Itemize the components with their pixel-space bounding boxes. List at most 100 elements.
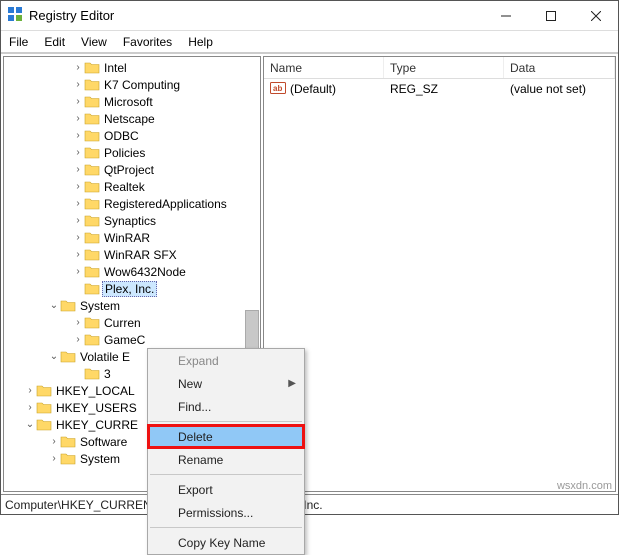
ctx-rename[interactable]: Rename [148, 448, 304, 471]
folder-icon [60, 434, 76, 450]
folder-icon [60, 349, 76, 365]
tree-label: Software [78, 435, 127, 449]
value-type: REG_SZ [384, 82, 504, 96]
minimize-button[interactable] [483, 1, 528, 30]
tree-item-selected[interactable]: ›Plex, Inc. [4, 280, 260, 297]
chevron-right-icon[interactable]: › [72, 232, 84, 243]
chevron-down-icon[interactable]: ⌄ [48, 300, 60, 311]
tree-item[interactable]: ⌄System [4, 297, 260, 314]
string-value-icon: ab [270, 80, 286, 99]
tree-label: Realtek [102, 180, 145, 194]
chevron-right-icon[interactable]: › [72, 181, 84, 192]
chevron-right-icon[interactable]: › [72, 113, 84, 124]
tree-label: Volatile E [78, 350, 130, 364]
tree-label: HKEY_USERS [54, 401, 137, 415]
tree-item[interactable]: › Intel [4, 59, 260, 76]
col-type[interactable]: Type [384, 57, 504, 78]
tree-label: Synaptics [102, 214, 156, 228]
menu-favorites[interactable]: Favorites [115, 33, 180, 51]
chevron-right-icon[interactable]: › [48, 453, 60, 464]
values-pane[interactable]: Name Type Data ab (Default) REG_SZ (valu… [263, 56, 616, 492]
tree-label: Plex, Inc. [102, 281, 157, 297]
chevron-right-icon[interactable]: › [72, 334, 84, 345]
chevron-right-icon[interactable]: › [24, 402, 36, 413]
folder-icon [84, 366, 100, 382]
chevron-right-icon[interactable]: › [72, 198, 84, 209]
tree-label: Policies [102, 146, 145, 160]
folder-icon [36, 400, 52, 416]
chevron-down-icon[interactable]: ⌄ [48, 351, 60, 362]
tree-label: WinRAR [102, 231, 150, 245]
tree-item[interactable]: › Curren [4, 314, 260, 331]
ctx-permissions[interactable]: Permissions... [148, 501, 304, 524]
tree-item[interactable]: › Netscape [4, 110, 260, 127]
chevron-right-icon[interactable]: › [72, 96, 84, 107]
list-row[interactable]: ab (Default) REG_SZ (value not set) [264, 79, 615, 99]
menu-file[interactable]: File [1, 33, 36, 51]
folder-icon [84, 230, 100, 246]
folder-icon [84, 145, 100, 161]
chevron-right-icon[interactable]: › [72, 317, 84, 328]
folder-icon [60, 298, 76, 314]
tree-label: Intel [102, 61, 127, 75]
chevron-right-icon[interactable]: › [72, 266, 84, 277]
menu-help[interactable]: Help [180, 33, 221, 51]
value-data: (value not set) [504, 82, 615, 96]
chevron-right-icon[interactable]: › [72, 79, 84, 90]
menu-view[interactable]: View [73, 33, 115, 51]
ctx-delete[interactable]: Delete [148, 425, 304, 448]
ctx-find[interactable]: Find... [148, 395, 304, 418]
ctx-copy-key-name[interactable]: Copy Key Name [148, 531, 304, 554]
tree-item[interactable]: ›ODBC [4, 127, 260, 144]
list-header: Name Type Data [264, 57, 615, 79]
tree-item[interactable]: ›K7 Computing [4, 76, 260, 93]
col-name[interactable]: Name [264, 57, 384, 78]
value-name: (Default) [290, 82, 336, 96]
folder-icon [36, 417, 52, 433]
ctx-separator [150, 474, 302, 475]
chevron-right-icon[interactable]: › [72, 130, 84, 141]
ctx-expand[interactable]: Expand [148, 349, 304, 372]
folder-icon [84, 179, 100, 195]
chevron-right-icon[interactable]: › [72, 249, 84, 260]
chevron-right-icon[interactable]: › [72, 147, 84, 158]
tree-item[interactable]: ›GameC [4, 331, 260, 348]
folder-icon [84, 264, 100, 280]
close-button[interactable] [573, 1, 618, 30]
app-icon [7, 6, 23, 25]
chevron-right-icon[interactable]: › [72, 62, 84, 73]
tree-item[interactable]: › WinRAR SFX [4, 246, 260, 263]
tree-item[interactable]: › WinRAR [4, 229, 260, 246]
ctx-export[interactable]: Export [148, 478, 304, 501]
menu-edit[interactable]: Edit [36, 33, 73, 51]
folder-icon [84, 128, 100, 144]
chevron-down-icon[interactable]: ⌄ [24, 419, 36, 430]
tree-item[interactable]: › Policies [4, 144, 260, 161]
tree-item[interactable]: ›RegisteredApplications [4, 195, 260, 212]
folder-icon [36, 383, 52, 399]
tree-label: HKEY_CURRE [54, 418, 138, 432]
chevron-right-icon[interactable]: › [72, 215, 84, 226]
ctx-separator [150, 421, 302, 422]
tree-item[interactable]: › QtProject [4, 161, 260, 178]
tree-item[interactable]: ›Microsoft [4, 93, 260, 110]
tree-label: Wow6432Node [102, 265, 186, 279]
chevron-right-icon[interactable]: › [24, 385, 36, 396]
col-data[interactable]: Data [504, 57, 615, 78]
maximize-button[interactable] [528, 1, 573, 30]
tree-item[interactable]: › Synaptics [4, 212, 260, 229]
chevron-right-icon[interactable]: › [72, 164, 84, 175]
watermark: wsxdn.com [557, 480, 612, 492]
tree-item[interactable]: › Realtek [4, 178, 260, 195]
tree-label: Netscape [102, 112, 155, 126]
folder-icon [84, 94, 100, 110]
tree-item[interactable]: › Wow6432Node [4, 263, 260, 280]
tree-label: Curren [102, 316, 141, 330]
statusbar: Computer\HKEY_CURRENT_USER\SOFTWARE\Plex… [1, 494, 618, 514]
chevron-right-icon[interactable]: › [48, 436, 60, 447]
ctx-new[interactable]: New▶ [148, 372, 304, 395]
tree-label: QtProject [102, 163, 154, 177]
tree-label: WinRAR SFX [102, 248, 177, 262]
folder-icon [84, 281, 100, 297]
folder-icon [84, 332, 100, 348]
